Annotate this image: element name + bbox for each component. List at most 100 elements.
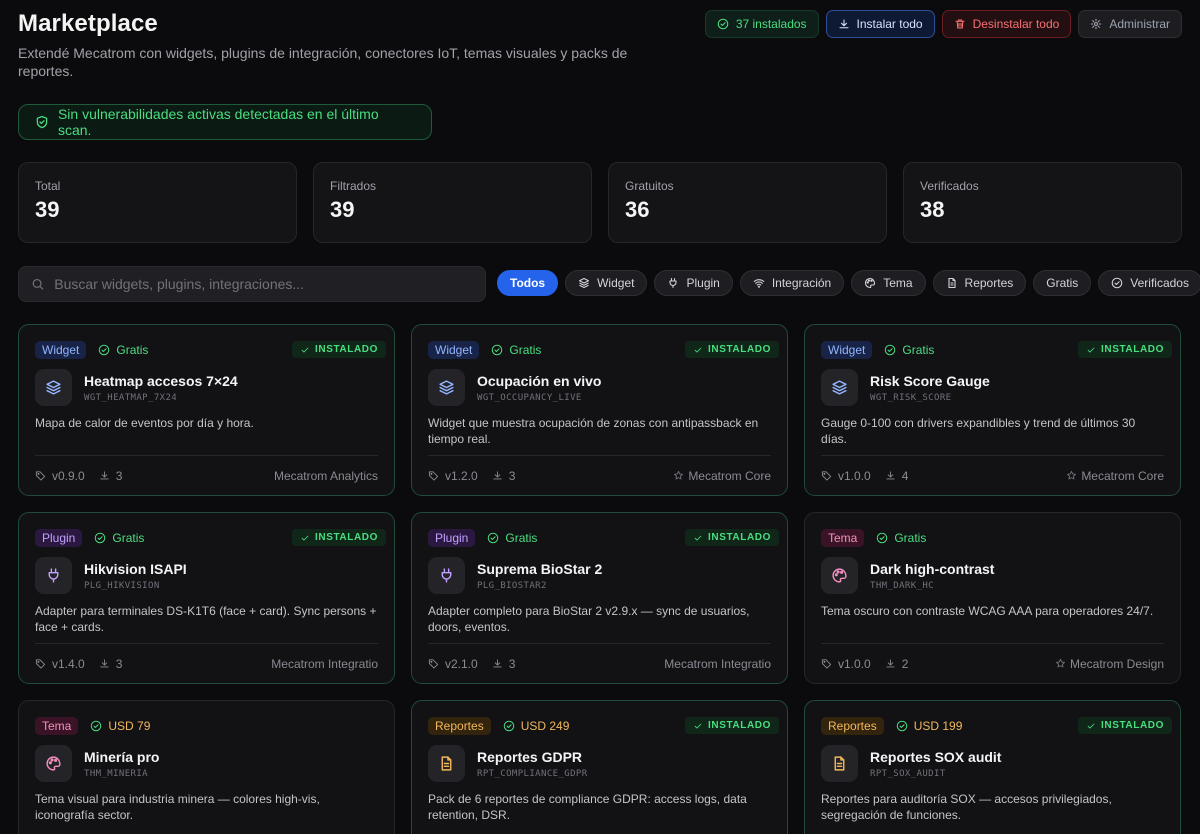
tag-icon [428, 659, 439, 669]
tag-icon [821, 471, 832, 481]
filter-chip-tema[interactable]: Tema [851, 270, 926, 296]
vendor-name: Mecatrom Integratio [664, 656, 771, 671]
filter-chip-label: Verificados [1130, 276, 1189, 290]
uninstall-all-button[interactable]: Desinstalar todo [941, 10, 1072, 38]
card-footer: v0.9.0 3 Mecatrom Analytics [35, 455, 378, 495]
product-card[interactable]: Tema Gratis Dark high-contrast THM_DARK_… [804, 512, 1181, 684]
check-circle-icon [91, 720, 102, 732]
admin-button[interactable]: Administrar [1078, 10, 1182, 38]
price-text: Gratis [116, 343, 149, 357]
price-text: Gratis [509, 343, 542, 357]
version-info: v1.4.0 3 [35, 657, 122, 671]
card-footer: v1.2.0 3 Mecatrom Core [428, 455, 771, 495]
version-info: v1.0.0 2 [821, 657, 908, 671]
tag-icon [35, 659, 46, 669]
product-description: Widget que muestra ocupación de zonas co… [428, 416, 759, 446]
product-title: Risk Score Gauge [870, 372, 990, 389]
downloads-count: 4 [901, 468, 909, 483]
search-input[interactable] [54, 276, 473, 292]
category-tag: Reportes [428, 717, 491, 735]
price-label: Gratis [98, 343, 148, 357]
search-box[interactable] [18, 266, 486, 302]
filter-chip-label: Tema [883, 276, 913, 290]
product-icon-box [428, 557, 465, 594]
plug-icon [48, 568, 59, 583]
card-header: Dark high-contrast THM_DARK_HC [821, 557, 1164, 594]
stat-card-filtered: Filtrados 39 [313, 162, 592, 243]
trash-icon [955, 19, 965, 29]
product-description: Gauge 0-100 con drivers expandibles y tr… [821, 416, 1136, 446]
stat-value: 39 [330, 197, 355, 222]
stat-label: Filtrados [330, 179, 377, 193]
price-label: Gratis [884, 343, 934, 357]
wifi-icon [753, 279, 765, 288]
downloads-count: 3 [508, 656, 516, 671]
filter-chip-verificados[interactable]: Verificados [1098, 270, 1200, 296]
version-info: v1.2.0 3 [428, 469, 515, 483]
price-text: USD 249 [520, 719, 570, 733]
installed-badge: INSTALADO [1078, 341, 1172, 358]
vendor-info: Mecatrom Core [673, 469, 771, 483]
download-icon [838, 19, 849, 29]
downloads-info: 4 [885, 468, 909, 483]
install-all-label: Instalar todo [856, 17, 923, 31]
vendor-name: Mecatrom Analytics [273, 468, 378, 483]
filter-chip-integracion[interactable]: Integración [739, 270, 845, 296]
check-circle-icon [488, 532, 499, 544]
filter-chip-label: Gratis [1046, 276, 1079, 290]
card-header: Reportes GDPR RPT_COMPLIANCE_GDPR [428, 745, 771, 782]
product-code: RPT_COMPLIANCE_GDPR [477, 768, 588, 779]
version-text: v1.4.0 [52, 656, 85, 671]
shield-check-icon [36, 115, 48, 129]
stat-value: 38 [920, 197, 945, 222]
security-alert: Sin vulnerabilidades activas detectadas … [18, 104, 432, 140]
product-card[interactable]: Widget Gratis INSTALADO Risk Score Gauge… [804, 324, 1181, 496]
product-card[interactable]: Widget Gratis INSTALADO Heatmap accesos … [18, 324, 395, 496]
filter-chip-gratis[interactable]: Gratis [1033, 270, 1092, 296]
star-icon [674, 470, 684, 480]
check-icon [301, 347, 309, 352]
check-circle-icon [99, 344, 110, 356]
install-all-button[interactable]: Instalar todo [825, 10, 935, 38]
filter-chip-reportes[interactable]: Reportes [932, 270, 1027, 296]
installed-badge-label: INSTALADO [1101, 720, 1164, 731]
product-description: Adapter para terminales DS-K1T6 (face + … [35, 604, 377, 634]
installed-badge: INSTALADO [685, 341, 779, 358]
filter-chip-todos[interactable]: Todos [497, 270, 559, 296]
price-label: USD 199 [896, 719, 962, 733]
check-circle-icon [896, 720, 907, 732]
product-icon-box [35, 557, 72, 594]
stat-card-total: Total 39 [18, 162, 297, 243]
file-icon [947, 277, 956, 289]
installed-badge-label: INSTALADO [315, 344, 378, 355]
filter-chip-widget[interactable]: Widget [565, 270, 648, 296]
tag-icon [821, 659, 832, 669]
product-card[interactable]: Widget Gratis INSTALADO Ocupación en viv… [411, 324, 788, 496]
product-code: PLG_BIOSTAR2 [477, 580, 547, 591]
product-card[interactable]: Reportes USD 249 INSTALADO Reportes GDPR… [411, 700, 788, 834]
product-title: Heatmap accesos 7×24 [84, 372, 238, 389]
installed-count-button[interactable]: 37 instalados [704, 10, 819, 38]
filter-chip-plugin[interactable]: Plugin [654, 270, 733, 296]
product-card[interactable]: Tema USD 79 Minería pro THM_MINERIA Tema… [18, 700, 395, 834]
check-icon [1087, 723, 1095, 728]
vendor-name: Mecatrom Design [1069, 656, 1164, 671]
downloads-count: 3 [508, 468, 516, 483]
price-label: USD 79 [90, 719, 150, 733]
product-card[interactable]: Plugin Gratis INSTALADO Hikvision ISAPI … [18, 512, 395, 684]
gear-icon [1091, 18, 1102, 30]
installed-badge: INSTALADO [292, 529, 386, 546]
download-icon [100, 659, 109, 668]
version-info: v1.0.0 4 [821, 469, 908, 483]
downloads-count: 2 [901, 656, 909, 671]
star-icon [1067, 470, 1077, 480]
file-icon [441, 756, 452, 771]
product-title: Reportes SOX audit [870, 748, 1002, 765]
card-header: Reportes SOX audit RPT_SOX_AUDIT [821, 745, 1164, 782]
product-card[interactable]: Reportes USD 199 INSTALADO Reportes SOX … [804, 700, 1181, 834]
page-header: Marketplace Extendé Mecatrom con widgets… [18, 10, 1182, 90]
product-description: Reportes para auditoría SOX — accesos pr… [821, 792, 1112, 822]
category-tag: Widget [35, 341, 87, 359]
product-title: Minería pro [84, 748, 160, 765]
product-card[interactable]: Plugin Gratis INSTALADO Suprema BioStar … [411, 512, 788, 684]
